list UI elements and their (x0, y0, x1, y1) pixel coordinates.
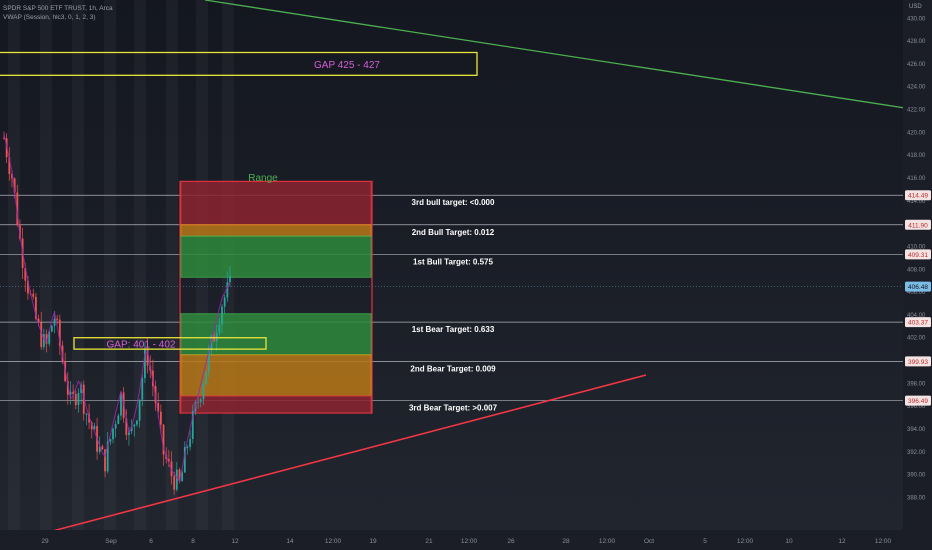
target-label: 2nd Bull Target: 0.012 (412, 228, 495, 237)
candle-body (229, 275, 231, 283)
x-tick-label: 12:00 (599, 538, 616, 545)
x-tick-label: 12:00 (737, 538, 754, 545)
candle-body (117, 415, 120, 425)
candle-body (50, 325, 53, 332)
candle-body (197, 401, 199, 403)
x-tick-label: 12 (231, 538, 239, 545)
candle-body (74, 394, 77, 405)
currency-label: USD (909, 4, 922, 10)
zone-red-0 (180, 180, 372, 226)
price-tag-label: 403.37 (908, 320, 928, 327)
session-stripe (8, 0, 20, 530)
target-label: 3rd Bear Target: >0.007 (409, 404, 498, 413)
x-tick-label: 8 (191, 538, 195, 545)
x-tick-label: 12:00 (461, 538, 478, 545)
price-tag-label: 411.90 (908, 222, 928, 229)
target-label: 3rd bull target: <0.000 (412, 198, 495, 207)
candle-body (199, 399, 202, 402)
candle-body (205, 371, 207, 385)
y-tick-label: 422.00 (907, 108, 926, 114)
x-tick-label: 12:00 (325, 538, 342, 545)
candle-body (221, 306, 223, 325)
candle-body (189, 439, 192, 447)
x-tick-label: 6 (149, 538, 153, 545)
zone-red-5 (180, 395, 372, 414)
x-tick-label: 10 (785, 538, 793, 545)
x-tick-label: 12:00 (875, 538, 892, 545)
candle-body (159, 411, 162, 425)
y-tick-label: 390.00 (907, 473, 926, 479)
x-tick-label: 5 (703, 538, 707, 545)
y-tick-label: 428.00 (907, 39, 926, 45)
range-label: Range (248, 173, 278, 184)
candle-body (175, 469, 178, 490)
y-tick-label: 418.00 (907, 153, 926, 159)
gap-label-lower: GAP: 401 - 402 (107, 339, 176, 350)
session-stripe (40, 0, 52, 530)
candle-body (213, 335, 215, 342)
indicator-title: VWAP (Session, hlc3, 0, 1, 2, 3) (3, 14, 96, 21)
candle-body (133, 424, 136, 427)
x-tick-label: Oct (644, 538, 654, 545)
y-tick-label: 416.00 (907, 176, 926, 182)
session-stripe (72, 0, 84, 530)
x-tick-label: 28 (562, 538, 570, 545)
chart-svg[interactable]: GAP 425 - 427 GAP: 401 - 402 Range 3rd bull… (0, 0, 932, 550)
candle-body (223, 297, 226, 307)
candle-body (56, 318, 59, 320)
y-tick-label: 420.00 (907, 130, 926, 136)
zone-green-2 (180, 235, 372, 278)
candle-body (77, 392, 80, 405)
candle-body (218, 324, 221, 333)
chart-area[interactable]: GAP 425 - 427 GAP: 401 - 402 Range 3rd bull… (0, 0, 932, 550)
target-label: 1st Bear Target: 0.633 (412, 325, 495, 334)
y-tick-label: 388.00 (907, 495, 926, 501)
candle-body (109, 439, 112, 442)
price-tag-label: 399.93 (908, 359, 928, 366)
y-tick-label: 402.00 (907, 336, 926, 342)
candle-body (186, 446, 189, 448)
y-tick-label: 394.00 (907, 427, 926, 433)
y-tick-label: 408.00 (907, 267, 926, 273)
candle-body (53, 318, 56, 326)
session-stripe (134, 0, 146, 530)
candle-body (32, 293, 35, 297)
candle-body (141, 378, 144, 400)
candle-body (112, 428, 114, 440)
price-tag-label: 396.49 (908, 398, 928, 405)
candle-body (173, 476, 176, 490)
target-label: 1st Bull Target: 0.575 (413, 257, 493, 266)
x-tick-label: 21 (425, 538, 433, 545)
candle-body (226, 282, 229, 298)
candle-body (114, 424, 117, 429)
x-tick-label: 12 (838, 538, 846, 545)
x-tick-label: 26 (507, 538, 515, 545)
price-tag-label: 409.31 (908, 252, 928, 259)
x-tick-label: Sep (105, 538, 117, 545)
candle-body (138, 399, 141, 421)
x-tick-label: 19 (369, 538, 377, 545)
target-label: 2nd Bear Target: 0.009 (410, 364, 496, 373)
candle-body (101, 446, 104, 450)
price-tag-label: 406.48 (908, 284, 928, 291)
y-axis-panel (903, 0, 932, 550)
price-tag-label: 414.49 (908, 193, 928, 200)
zone-orange-1 (180, 224, 372, 237)
y-tick-label: 430.00 (907, 16, 926, 22)
y-tick-label: 426.00 (907, 62, 926, 68)
gap-label-upper: GAP 425 - 427 (314, 60, 380, 71)
x-tick-label: 14 (286, 538, 294, 545)
candle-body (85, 413, 88, 415)
y-tick-label: 392.00 (907, 450, 926, 456)
y-tick-label: 424.00 (907, 85, 926, 91)
y-tick-label: 398.00 (907, 381, 926, 387)
x-tick-label: 29 (41, 538, 49, 545)
symbol-title: SPDR S&P 500 ETF TRUST, 1h, Arca (3, 5, 113, 12)
session-stripe (166, 0, 178, 530)
candle-body (136, 420, 138, 425)
chart-header: SPDR S&P 500 ETF TRUST, 1h, Arca VWAP (S… (3, 4, 113, 22)
candle-body (202, 384, 205, 400)
